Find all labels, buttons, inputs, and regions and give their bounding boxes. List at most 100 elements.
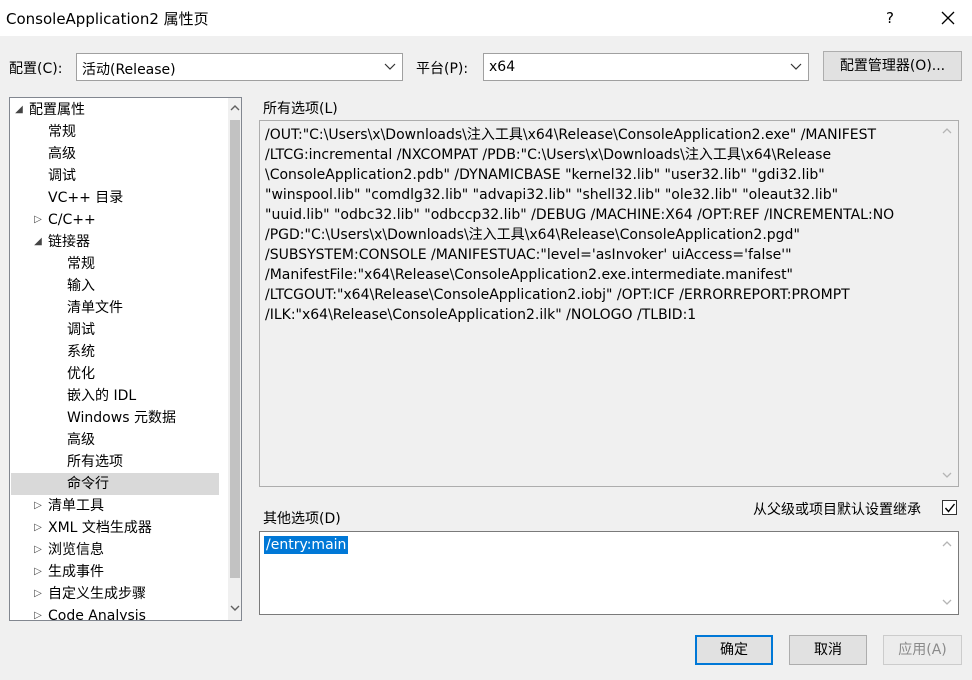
platform-value: x64 bbox=[489, 59, 516, 75]
config-label: 配置(C): bbox=[9, 61, 63, 77]
config-manager-button[interactable]: 配置管理器(O)... bbox=[823, 51, 962, 81]
tree-item[interactable]: Windows 元数据 bbox=[11, 407, 219, 429]
inherit-checkbox[interactable] bbox=[942, 500, 957, 515]
scroll-down-icon[interactable] bbox=[230, 604, 240, 612]
expand-icon[interactable]: ▷ bbox=[32, 209, 44, 231]
tree-item[interactable]: 命令行 bbox=[11, 473, 219, 495]
tree-item-label: XML 文档生成器 bbox=[48, 520, 152, 536]
tree-item[interactable]: 所有选项 bbox=[11, 451, 219, 473]
tree-item[interactable]: ▷ 自定义生成步骤 bbox=[11, 583, 219, 605]
collapse-icon[interactable]: ◢ bbox=[13, 99, 25, 121]
tree-item[interactable]: 嵌入的 IDL bbox=[11, 385, 219, 407]
expand-icon[interactable]: ▷ bbox=[32, 539, 44, 561]
ok-button[interactable]: 确定 bbox=[695, 635, 773, 665]
tree-item-label: 调试 bbox=[48, 168, 76, 184]
tree-item-label: C/C++ bbox=[48, 212, 96, 228]
all-options-line: /ManifestFile:"x64\Release\ConsoleApplic… bbox=[265, 267, 794, 283]
tree-item[interactable]: 高级 bbox=[11, 143, 219, 165]
tree-item-label: 常规 bbox=[67, 256, 95, 272]
tree-item[interactable]: 输入 bbox=[11, 275, 219, 297]
tree-item-label: 常规 bbox=[48, 124, 76, 140]
tree-item[interactable]: 高级 bbox=[11, 429, 219, 451]
all-options-line: /OUT:"C:\Users\x\Downloads\注入工具\x64\Rele… bbox=[265, 127, 877, 143]
title-bar: ConsoleApplication2 属性页 ? bbox=[0, 0, 972, 36]
tree-item-label: Code Analysis bbox=[48, 608, 146, 621]
scroll-down-icon[interactable] bbox=[942, 471, 952, 479]
checkmark-icon bbox=[944, 503, 956, 513]
tree-item[interactable]: ▷ 浏览信息 bbox=[11, 539, 219, 561]
all-options-text: /OUT:"C:\Users\x\Downloads\注入工具\x64\Rele… bbox=[265, 125, 935, 325]
inherit-label: 从父级或项目默认设置继承 bbox=[753, 502, 921, 518]
tree-item-label: 高级 bbox=[48, 146, 76, 162]
tree-item-label: 清单文件 bbox=[67, 300, 123, 316]
property-tree[interactable]: ◢ 配置属性 常规 高级 调试 VC++ 目录 ▷ C/C++ ◢ 链接器 常规 输入 清单文件 调试 系统… bbox=[9, 97, 242, 621]
tree-item-label: 配置属性 bbox=[29, 102, 85, 118]
tree-item[interactable]: ▷ 生成事件 bbox=[11, 561, 219, 583]
tree-item-label: 浏览信息 bbox=[48, 542, 104, 558]
all-options-line: /PGD:"C:\Users\x\Downloads\注入工具\x64\Rele… bbox=[265, 227, 800, 243]
tree-item-label: 所有选项 bbox=[67, 454, 123, 470]
tree-item[interactable]: 常规 bbox=[11, 253, 219, 275]
tree-item[interactable]: ▷ 清单工具 bbox=[11, 495, 219, 517]
scroll-up-icon[interactable] bbox=[942, 540, 952, 548]
scroll-up-icon[interactable] bbox=[230, 104, 240, 112]
all-options-line: /LTCG:incremental /NXCOMPAT /PDB:"C:\Use… bbox=[265, 147, 832, 163]
window-title: ConsoleApplication2 属性页 bbox=[6, 10, 209, 28]
close-icon bbox=[941, 11, 955, 25]
config-dropdown[interactable]: 活动(Release) bbox=[76, 53, 403, 81]
tree-item[interactable]: VC++ 目录 bbox=[11, 187, 219, 209]
expand-icon[interactable]: ▷ bbox=[32, 495, 44, 517]
tree-item[interactable]: 常规 bbox=[11, 121, 219, 143]
tree-item-label: Windows 元数据 bbox=[67, 410, 176, 426]
scroll-up-icon[interactable] bbox=[942, 127, 952, 135]
tree-item[interactable]: ◢ 链接器 bbox=[11, 231, 219, 253]
tree-item-label: 命令行 bbox=[67, 476, 109, 492]
tree-item-label: 输入 bbox=[67, 278, 95, 294]
all-options-line: "winspool.lib" "comdlg32.lib" "advapi32.… bbox=[265, 187, 839, 203]
all-options-line: /SUBSYSTEM:CONSOLE /MANIFESTUAC:"level='… bbox=[265, 247, 792, 263]
help-button[interactable]: ? bbox=[870, 4, 910, 32]
tree-item-label: 自定义生成步骤 bbox=[48, 586, 146, 602]
tree-item-label: 嵌入的 IDL bbox=[67, 388, 137, 404]
tree-item-label: 高级 bbox=[67, 432, 95, 448]
tree-scrollbar[interactable] bbox=[228, 98, 241, 620]
tree-item[interactable]: ▷ C/C++ bbox=[11, 209, 219, 231]
expand-icon[interactable]: ▷ bbox=[32, 583, 44, 605]
tree-item[interactable]: 优化 bbox=[11, 363, 219, 385]
expand-icon[interactable]: ▷ bbox=[32, 517, 44, 539]
tree-item-label: 清单工具 bbox=[48, 498, 104, 514]
tree-item[interactable]: 调试 bbox=[11, 165, 219, 187]
tree-item[interactable]: ▷ XML 文档生成器 bbox=[11, 517, 219, 539]
platform-dropdown[interactable]: x64 bbox=[483, 53, 809, 81]
tree-item-label: 系统 bbox=[67, 344, 95, 360]
close-button[interactable] bbox=[928, 4, 968, 32]
apply-button[interactable]: 应用(A) bbox=[883, 635, 962, 665]
expand-icon[interactable]: ▷ bbox=[32, 605, 44, 620]
tree-item[interactable]: ◢ 配置属性 bbox=[11, 99, 219, 121]
all-options-line: /LTCGOUT:"x64\Release\ConsoleApplication… bbox=[265, 287, 850, 303]
tree-scrollbar-thumb[interactable] bbox=[230, 120, 240, 578]
tree-item-label: 调试 bbox=[67, 322, 95, 338]
scroll-down-icon[interactable] bbox=[942, 598, 952, 606]
all-options-textbox[interactable]: /OUT:"C:\Users\x\Downloads\注入工具\x64\Rele… bbox=[259, 120, 959, 487]
all-options-line: /ILK:"x64\Release\ConsoleApplication2.il… bbox=[265, 307, 697, 323]
tree-item[interactable]: 系统 bbox=[11, 341, 219, 363]
all-options-label: 所有选项(L) bbox=[263, 101, 338, 117]
other-options-textbox[interactable]: /entry:main bbox=[259, 531, 959, 615]
tree-item-label: 优化 bbox=[67, 366, 95, 382]
tree-item[interactable]: ▷ Code Analysis bbox=[11, 605, 219, 621]
tree-item[interactable]: 调试 bbox=[11, 319, 219, 341]
tree-item-label: VC++ 目录 bbox=[48, 190, 124, 206]
tree-item[interactable]: 清单文件 bbox=[11, 297, 219, 319]
all-options-line: "uuid.lib" "odbc32.lib" "odbccp32.lib" /… bbox=[265, 207, 895, 223]
collapse-icon[interactable]: ◢ bbox=[32, 231, 44, 253]
platform-label: 平台(P): bbox=[416, 61, 469, 77]
chevron-down-icon bbox=[384, 63, 396, 70]
config-value: 活动(Release) bbox=[82, 62, 176, 78]
all-options-line: \ConsoleApplication2.pdb" /DYNAMICBASE "… bbox=[265, 167, 825, 183]
cancel-button[interactable]: 取消 bbox=[789, 635, 867, 665]
expand-icon[interactable]: ▷ bbox=[32, 561, 44, 583]
chevron-down-icon bbox=[790, 63, 802, 70]
tree-item-label: 生成事件 bbox=[48, 564, 104, 580]
tree-item-label: 链接器 bbox=[48, 234, 90, 250]
